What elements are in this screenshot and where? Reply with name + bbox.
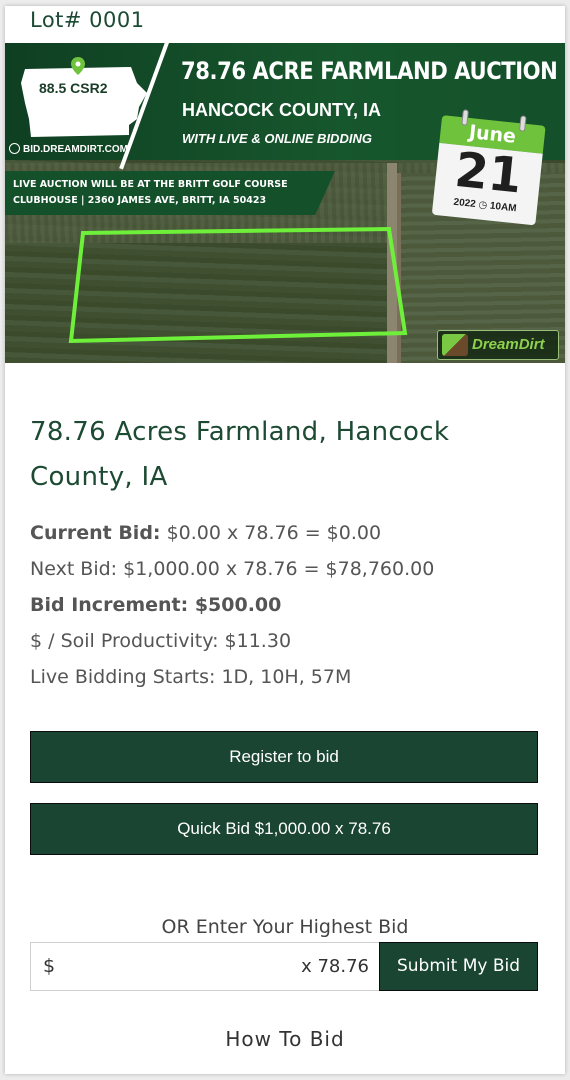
register-to-bid-button[interactable]: Register to bid	[30, 731, 538, 783]
auction-banner-image[interactable]: 88.5 CSR2 BID.DREAMDIRT.COM 78.76 ACRE F…	[5, 43, 565, 363]
calendar-year: 2022	[452, 196, 477, 211]
listing-title: 78.76 Acres Farmland, Hancock County, IA	[30, 417, 450, 492]
soil-productivity: $ / Soil Productivity: $11.30	[30, 630, 292, 652]
website-text: BID.DREAMDIRT.COM	[23, 144, 128, 155]
auction-card: Lot# 0001 88.5 CSR2 BID.DREAMDIRT.COM 78…	[5, 6, 565, 1074]
calendar-icon: June 21 2022 ◷ 10AM	[431, 103, 561, 233]
clock-icon: ◷	[477, 199, 488, 212]
current-bid-label: Current Bid:	[30, 522, 161, 544]
iowa-map-icon	[21, 67, 147, 137]
website-label: BID.DREAMDIRT.COM	[9, 143, 128, 155]
banner-county: HANCOCK COUNTY, IA	[182, 100, 382, 120]
globe-icon	[9, 143, 20, 154]
csr-rating: 88.5 CSR2	[39, 80, 108, 96]
quick-bid-button[interactable]: Quick Bid $1,000.00 x 78.76	[30, 803, 538, 855]
dreamdirt-logo: DreamDirt	[437, 330, 559, 360]
location-line-1: LIVE AUCTION WILL BE AT THE BRITT GOLF C…	[13, 179, 288, 190]
current-bid-value: $0.00 x 78.76 = $0.00	[166, 522, 382, 544]
banner-headline: 78.76 ACRE FARMLAND AUCTION	[181, 57, 558, 85]
submit-bid-button[interactable]: Submit My Bid	[379, 942, 538, 991]
current-bid: Current Bid: $0.00 x 78.76 = $0.00	[30, 522, 381, 544]
logo-text: DreamDirt	[472, 336, 545, 353]
lot-number: Lot# 0001	[30, 8, 145, 32]
banner-bidding-note: WITH LIVE & ONLINE BIDDING	[182, 131, 372, 146]
auction-location: LIVE AUCTION WILL BE AT THE BRITT GOLF C…	[5, 171, 335, 215]
acre-multiplier: x 78.76	[301, 956, 369, 977]
page-frame: Lot# 0001 88.5 CSR2 BID.DREAMDIRT.COM 78…	[0, 0, 570, 1080]
live-bidding-countdown: Live Bidding Starts: 1D, 10H, 57M	[30, 666, 352, 688]
currency-symbol: $	[43, 955, 56, 977]
calendar-day: 21	[452, 141, 525, 205]
sprout-icon	[442, 334, 468, 356]
next-bid: Next Bid: $1,000.00 x 78.76 = $78,760.00	[30, 558, 435, 580]
location-pin-icon	[71, 57, 85, 75]
bid-increment: Bid Increment: $500.00	[30, 594, 282, 616]
bid-amount-input[interactable]	[61, 949, 291, 985]
enter-bid-label: OR Enter Your Highest Bid	[161, 916, 409, 938]
location-line-2: CLUBHOUSE | 2360 JAMES AVE, BRITT, IA 50…	[13, 195, 267, 206]
how-to-bid-link[interactable]: How To Bid	[5, 1027, 565, 1051]
bid-amount-field[interactable]: $ x 78.76	[30, 942, 380, 991]
